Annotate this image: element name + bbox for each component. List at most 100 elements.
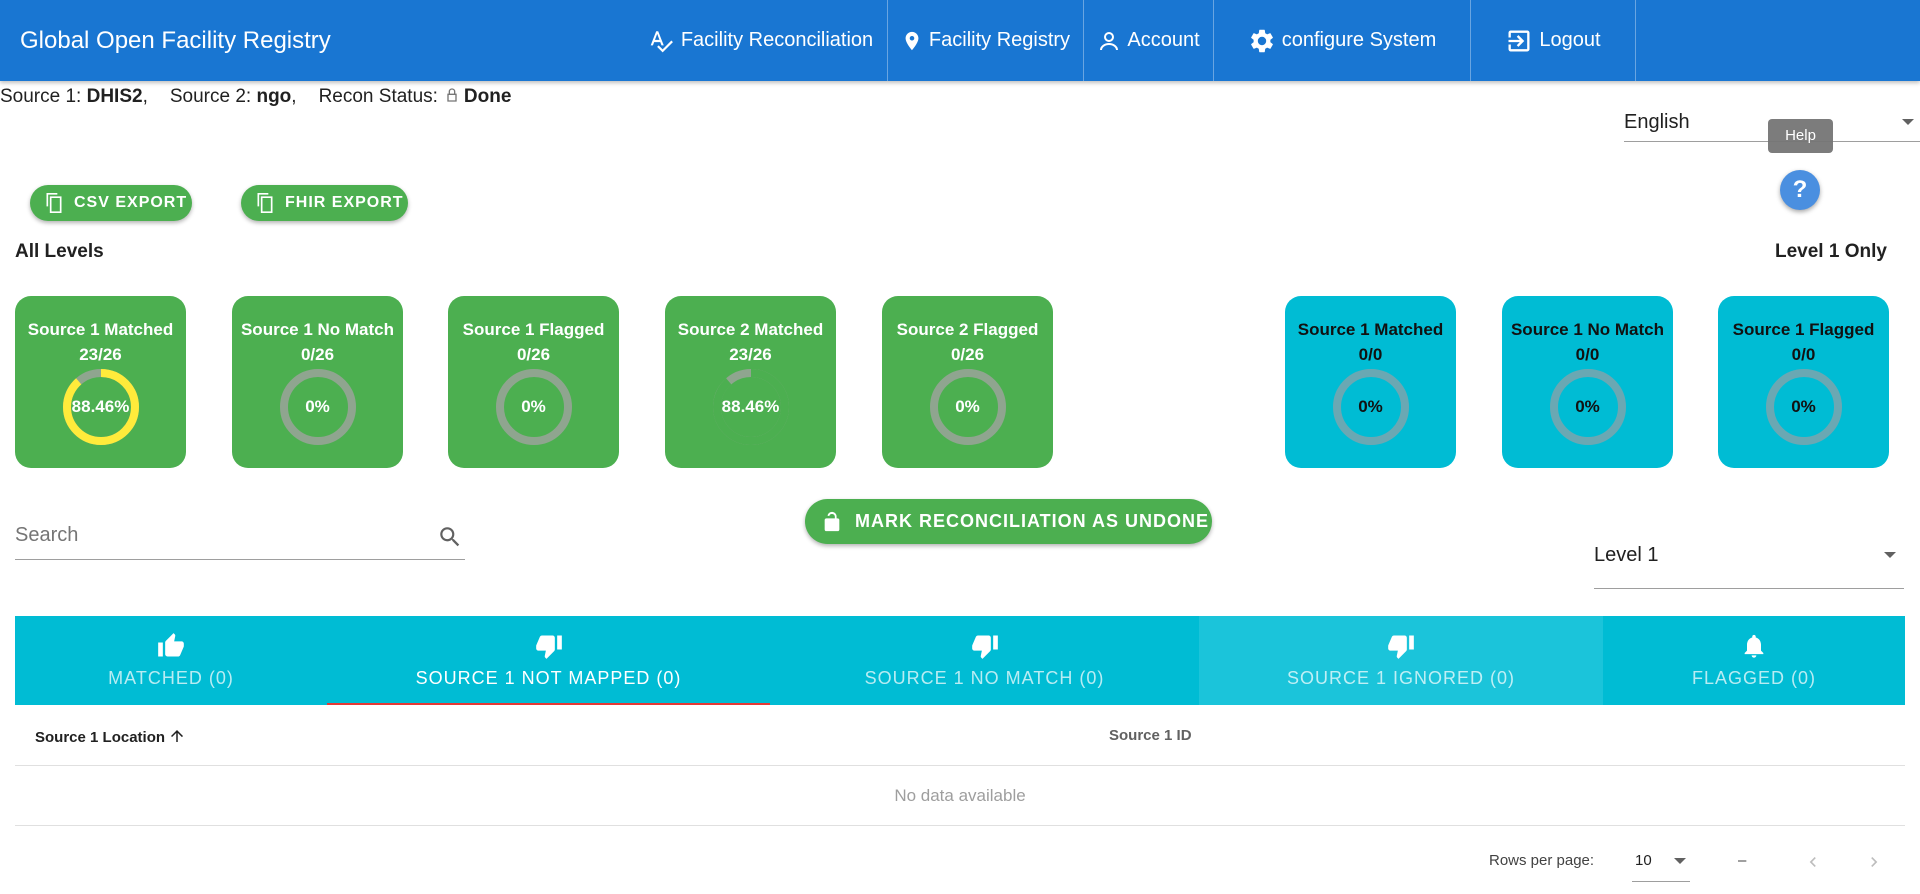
chevron-left-icon[interactable]: [1803, 852, 1823, 872]
search-box: [15, 520, 465, 560]
tab-matched[interactable]: MATCHED (0): [15, 616, 327, 705]
rows-per-page-select[interactable]: 10: [1632, 846, 1690, 882]
active-tab-indicator: [327, 703, 770, 705]
card-count: 23/26: [79, 345, 122, 364]
tab-source1-no-match[interactable]: SOURCE 1 NO MATCH (0): [770, 616, 1199, 705]
nav-facility-reconciliation[interactable]: Facility Reconciliation: [633, 0, 888, 81]
stat-card: Source 1 Flagged 0/0 0%: [1718, 296, 1889, 468]
card-title: Source 1 No Match: [1510, 320, 1665, 339]
spellcheck-icon: [650, 30, 673, 52]
column-source1-id[interactable]: Source 1 ID: [1109, 727, 1192, 744]
recon-status-label: Recon Status:: [318, 86, 438, 107]
card-count: 0/26: [516, 345, 551, 364]
help-button[interactable]: ?: [1780, 170, 1820, 210]
nav-label: Account: [1127, 29, 1200, 51]
card-title: Source 1 No Match: [240, 320, 395, 339]
rows-per-page-label: Rows per page:: [1489, 852, 1595, 869]
location-pin-icon: [905, 31, 919, 50]
csv-export-button[interactable]: CSV EXPORT: [30, 185, 192, 221]
source1-value: DHIS2: [86, 86, 143, 107]
card-title: Source 2 Flagged: [896, 320, 1039, 339]
top-nav: Facility Reconciliation Facility Registr…: [633, 0, 1636, 81]
card-count: 23/26: [729, 345, 772, 364]
card-percent: 0%: [1575, 397, 1600, 416]
card-count: 0/26: [950, 345, 985, 364]
card-percent: 88.46%: [71, 397, 130, 416]
help-tooltip: Help: [1768, 119, 1833, 153]
chevron-down-icon: [1902, 119, 1914, 125]
language-value: English: [1624, 111, 1690, 133]
stat-card: Source 2 Flagged 0/26 0%: [882, 296, 1053, 468]
stat-card: Source 1 Flagged 0/26 0%: [448, 296, 619, 468]
nav-label: Facility Reconciliation: [680, 29, 874, 51]
fhir-export-label: FHIR EXPORT: [285, 194, 404, 211]
search-input[interactable]: [15, 524, 415, 547]
card-percent: 0%: [1791, 397, 1816, 416]
stat-card: Source 1 Matched 0/0 0%: [1285, 296, 1456, 468]
mark-button-label: MARK RECONCILIATION AS UNDONE: [855, 511, 1209, 531]
chevron-right-icon[interactable]: [1864, 852, 1884, 872]
tab-source1-not-mapped[interactable]: SOURCE 1 NOT MAPPED (0): [327, 616, 770, 705]
bell-icon: [1744, 634, 1764, 658]
card-percent: 0%: [1358, 397, 1383, 416]
mark-reconciliation-undone-button[interactable]: MARK RECONCILIATION AS UNDONE: [805, 499, 1212, 544]
stat-card: Source 2 Matched 23/26 88.46%: [665, 296, 836, 468]
card-percent: 0%: [955, 397, 980, 416]
card-count: 0/26: [300, 345, 335, 364]
all-levels-heading: All Levels: [15, 241, 104, 262]
column-source1-location[interactable]: Source 1 Location: [35, 727, 186, 746]
fhir-export-button[interactable]: FHIR EXPORT: [241, 185, 408, 221]
card-percent: 0%: [521, 397, 546, 416]
nav-account[interactable]: Account: [1084, 0, 1214, 81]
lock-open-icon: [824, 511, 840, 531]
app-bar: Global Open Facility Registry Facility R…: [0, 0, 1920, 81]
thumb-down-icon: [971, 635, 998, 659]
source-status-line: Source 1: DHIS2, Source 2: ngo, Recon Stat…: [0, 86, 512, 107]
chevron-down-icon: [1674, 858, 1686, 864]
nav-configure-system[interactable]: configure System: [1214, 0, 1471, 81]
card-percent: 0%: [305, 397, 330, 416]
nav-label: Logout: [1539, 29, 1601, 51]
card-title: Source 1 Flagged: [1732, 320, 1875, 339]
logout-icon: [1508, 30, 1530, 51]
person-icon: [1100, 31, 1119, 50]
copy-icon: [46, 193, 62, 213]
tab-label: SOURCE 1 IGNORED (0): [1286, 668, 1516, 688]
card-count: 0/0: [1575, 345, 1600, 364]
page-range: –: [1738, 852, 1747, 869]
tab-source1-ignored[interactable]: SOURCE 1 IGNORED (0): [1199, 616, 1603, 705]
card-title: Source 1 Matched: [1297, 320, 1444, 339]
column-label: Source 1 Location: [35, 729, 166, 746]
thumb-down-icon: [535, 635, 562, 659]
source1-label: Source 1:: [0, 86, 82, 107]
stat-card: Source 1 No Match 0/0 0%: [1502, 296, 1673, 468]
results-tabs: MATCHED (0) SOURCE 1 NOT MAPPED (0) SOUR…: [15, 616, 1905, 705]
card-count: 0/0: [1791, 345, 1816, 364]
level-value: Level 1: [1594, 544, 1659, 566]
card-percent: 88.46%: [721, 397, 780, 416]
tab-label: FLAGGED (0): [1691, 668, 1817, 688]
lock-icon: [447, 88, 457, 102]
thumb-down-icon: [1388, 635, 1414, 659]
card-title: Source 2 Matched: [677, 320, 824, 339]
tab-flagged[interactable]: FLAGGED (0): [1603, 616, 1905, 705]
column-label: Source 1 ID: [1109, 727, 1192, 744]
copy-icon: [257, 193, 273, 213]
level1-only-heading: Level 1 Only: [1775, 241, 1887, 262]
table-header: Source 1 Location Source 1 ID: [15, 706, 1905, 766]
stat-card: Source 1 Matched 23/26 88.46%: [15, 296, 186, 468]
thumb-up-icon: [158, 633, 184, 657]
source2-value: ngo: [256, 86, 292, 107]
csv-export-label: CSV EXPORT: [74, 194, 188, 211]
nav-logout[interactable]: Logout: [1471, 0, 1636, 81]
level-select[interactable]: Level 1: [1594, 534, 1904, 589]
search-icon[interactable]: [437, 524, 463, 550]
tab-label: MATCHED (0): [108, 668, 234, 688]
arrow-up-icon: [171, 730, 184, 742]
app-title: Global Open Facility Registry: [20, 27, 331, 54]
nav-label: configure System: [1281, 29, 1437, 51]
tab-label: SOURCE 1 NOT MAPPED (0): [415, 668, 682, 688]
nav-facility-registry[interactable]: Facility Registry: [888, 0, 1084, 81]
stat-card: Source 1 No Match 0/26 0%: [232, 296, 403, 468]
gear-icon: [1250, 29, 1273, 52]
